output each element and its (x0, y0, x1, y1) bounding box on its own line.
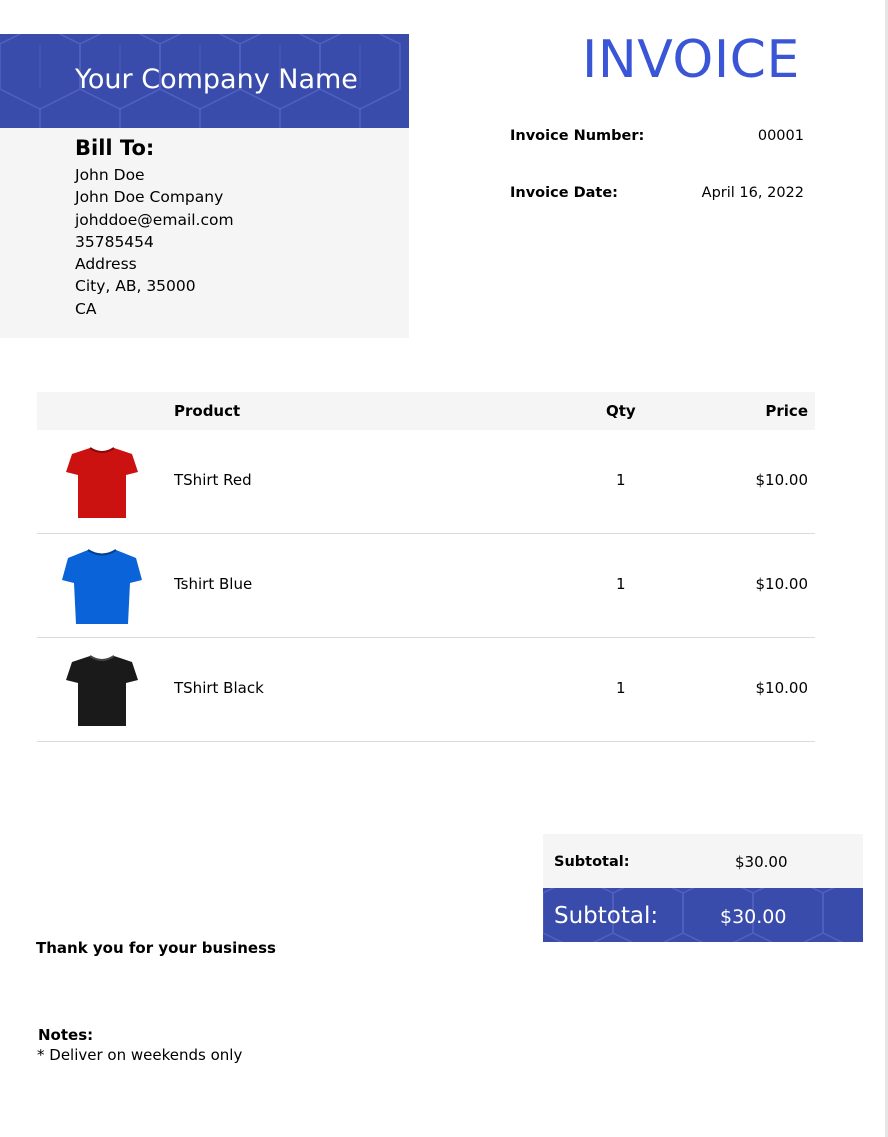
header-qty: Qty (606, 402, 636, 420)
bill-to-address: Address (75, 255, 137, 274)
invoice-title: INVOICE (582, 30, 800, 90)
product-qty: 1 (616, 679, 626, 697)
product-qty: 1 (616, 471, 626, 489)
product-price: $10.00 (755, 575, 809, 593)
bill-to-email: johddoe@email.com (75, 210, 234, 229)
invoice-number-label: Invoice Number: (510, 128, 645, 144)
invoice-date-label: Invoice Date: (510, 185, 618, 201)
subtotal-box: Subtotal: $30.00 (543, 834, 863, 888)
grand-total-label: Subtotal: (554, 903, 659, 929)
notes-title: Notes: (38, 1026, 94, 1044)
grand-total-value: $30.00 (720, 906, 787, 928)
table-row: TShirt Black 1 $10.00 (37, 638, 815, 742)
subtotal-label: Subtotal: (554, 854, 630, 870)
product-price: $10.00 (755, 471, 809, 489)
bill-to-title: Bill To: (75, 136, 155, 160)
bill-to-country: CA (75, 299, 97, 318)
table-row: Tshirt Blue 1 $10.00 (37, 534, 815, 638)
tshirt-red-image (66, 447, 138, 518)
header-price: Price (765, 402, 808, 420)
thank-you-message: Thank you for your business (36, 939, 276, 957)
table-header: Product Qty Price (37, 392, 815, 430)
invoice-date-value: April 16, 2022 (701, 185, 804, 201)
items-table: Product Qty Price TShirt Red 1 $10.00 Ts… (37, 392, 815, 742)
table-row: TShirt Red 1 $10.00 (37, 430, 815, 534)
header-product: Product (174, 402, 241, 420)
bill-to-city: City, AB, 35000 (75, 277, 196, 296)
company-banner: Your Company Name (0, 34, 409, 128)
notes-text: * Deliver on weekends only (37, 1046, 243, 1064)
product-price: $10.00 (755, 679, 809, 697)
grand-total-box: Subtotal: $30.00 (543, 888, 863, 942)
invoice-number-value: 00001 (757, 128, 804, 144)
bill-to-section: Bill To: John Doe John Doe Company johdd… (0, 128, 409, 338)
product-qty: 1 (616, 575, 626, 593)
bill-to-lines: John Doe John Doe Company johddoe@email.… (75, 164, 234, 320)
bill-to-phone: 35785454 (75, 232, 154, 251)
tshirt-black-image (66, 655, 138, 726)
bill-to-company: John Doe Company (75, 188, 224, 207)
product-name: TShirt Black (174, 679, 264, 697)
tshirt-blue-image (62, 549, 142, 624)
bill-to-name: John Doe (75, 166, 145, 184)
company-name: Your Company Name (75, 64, 358, 95)
subtotal-value: $30.00 (735, 853, 788, 871)
product-name: Tshirt Blue (174, 575, 253, 593)
product-name: TShirt Red (174, 471, 252, 489)
